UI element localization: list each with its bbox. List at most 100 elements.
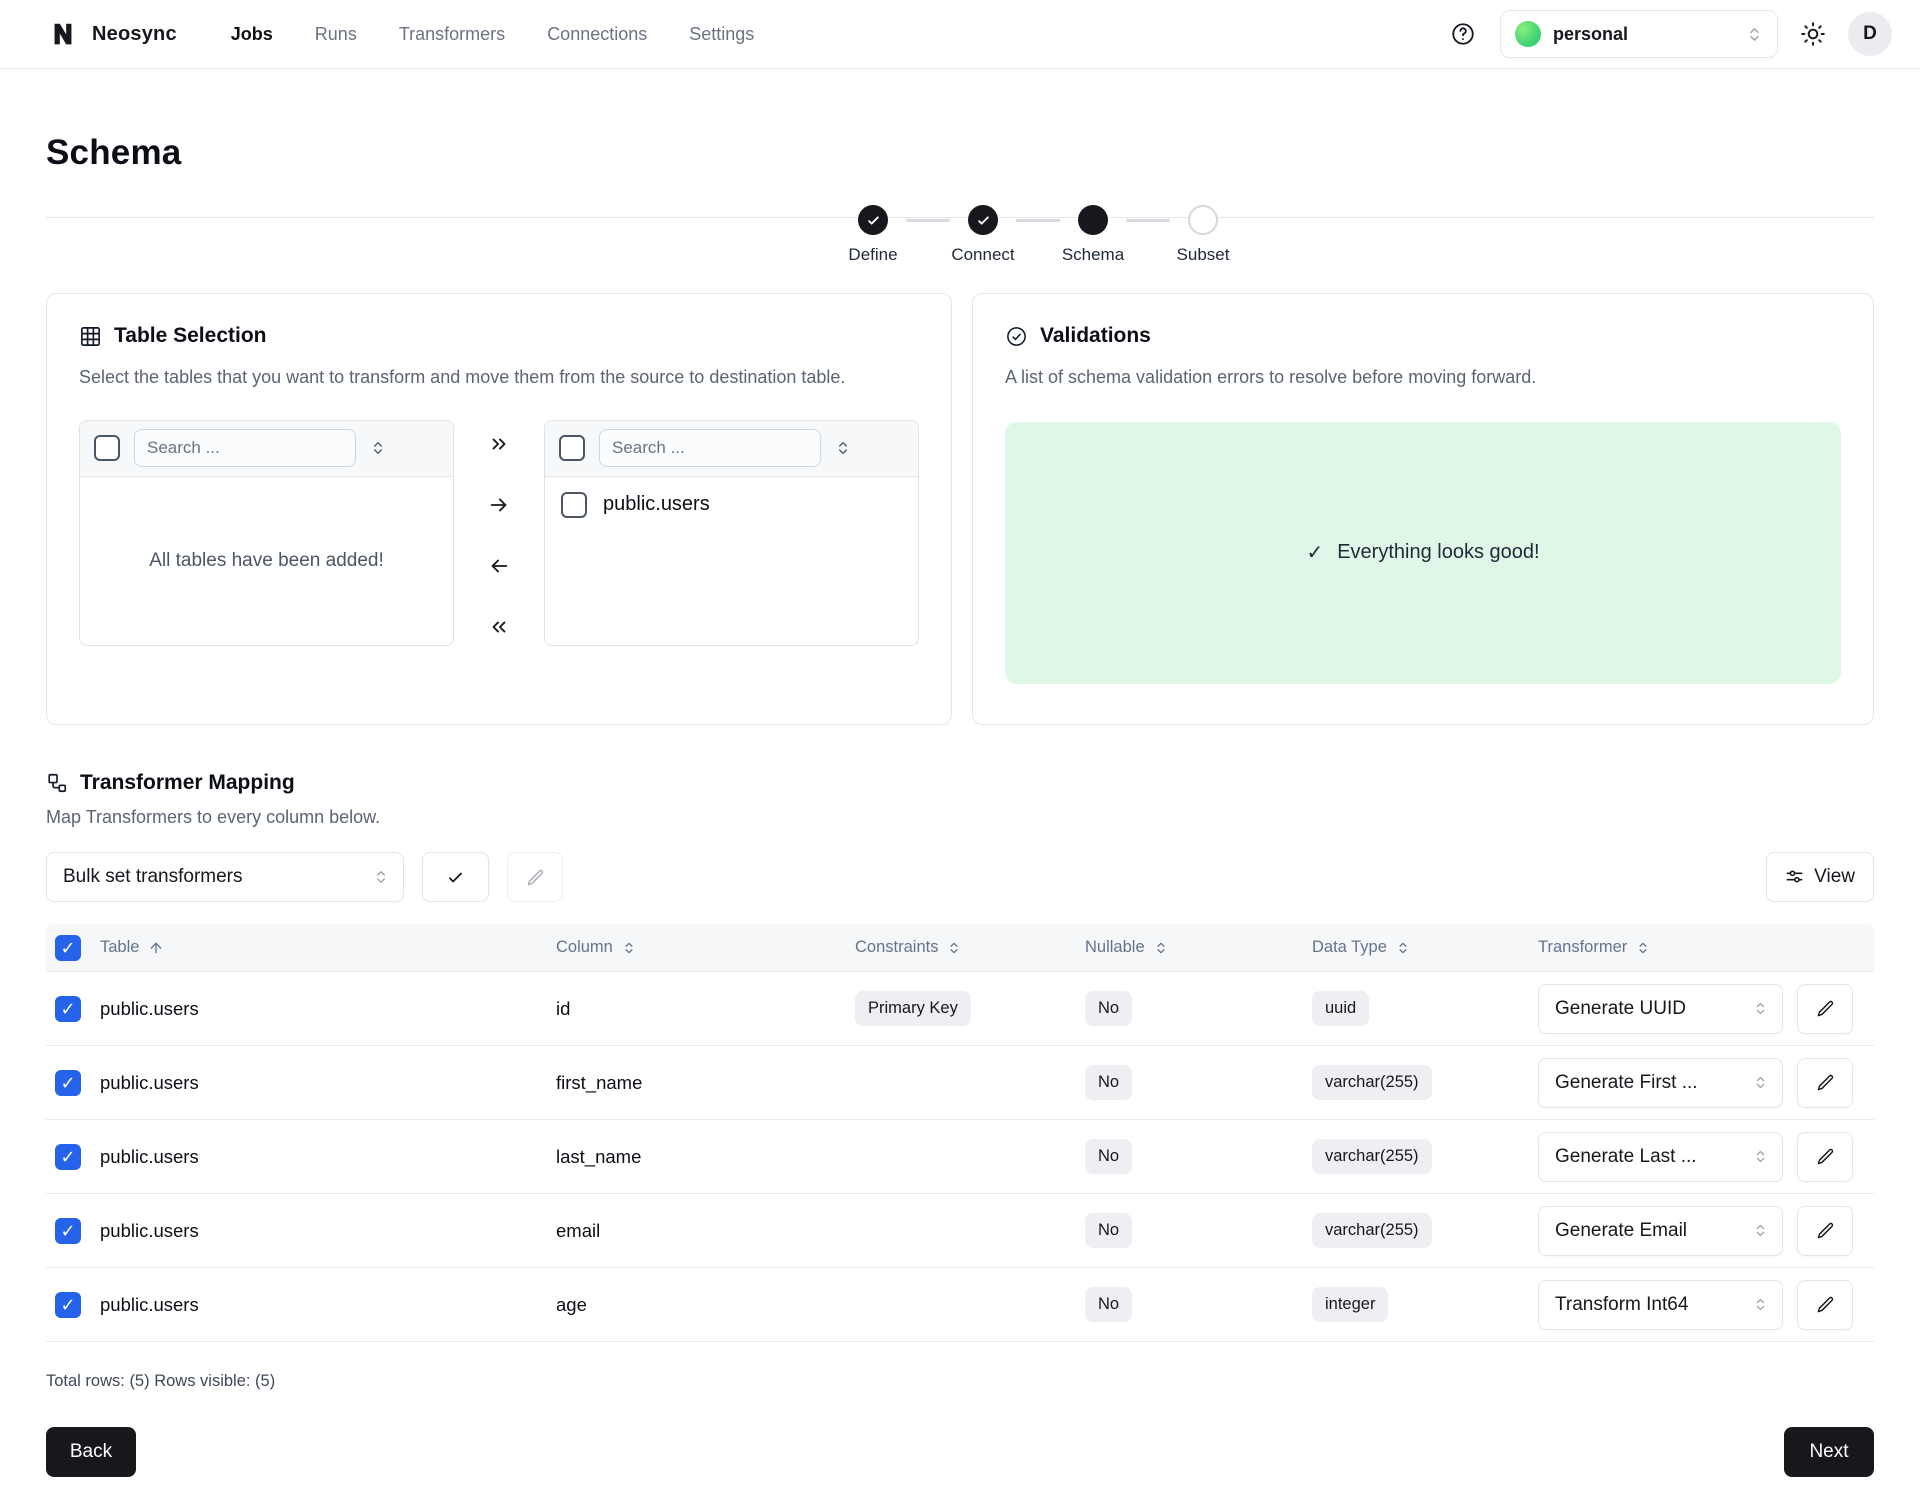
account-avatar <box>1515 21 1541 47</box>
edit-transformer-button[interactable] <box>1797 1280 1853 1330</box>
select-value: Generate UUID <box>1555 998 1686 1020</box>
chevron-up-down-icon <box>1753 998 1768 1020</box>
cell-column-name: email <box>556 1220 855 1242</box>
cell-column-name: last_name <box>556 1146 855 1168</box>
step-label: Schema <box>1062 245 1124 265</box>
transformer-select[interactable]: Generate Email <box>1538 1206 1783 1256</box>
sort-toggle-icon[interactable] <box>622 941 636 955</box>
select-all-rows-checkbox[interactable]: ✓ <box>55 935 81 961</box>
col-header-column: Column <box>556 938 613 957</box>
source-search-input[interactable] <box>134 429 356 467</box>
sort-ascending-icon[interactable] <box>148 940 164 956</box>
move-all-right-icon[interactable] <box>488 432 510 456</box>
col-header-transformer: Transformer <box>1538 938 1627 957</box>
nav-item-connections[interactable]: Connections <box>547 24 647 45</box>
card-description: A list of schema validation errors to re… <box>1005 364 1835 392</box>
chevron-up-down-icon <box>1746 24 1763 45</box>
chevron-up-down-icon <box>1753 1220 1768 1242</box>
destination-table-list: public.users <box>544 420 919 646</box>
transformer-select[interactable]: Generate Last ... <box>1538 1132 1783 1182</box>
select-value: Generate First ... <box>1555 1072 1698 1094</box>
edit-transformer-button[interactable] <box>1797 1206 1853 1256</box>
top-nav: Neosync Jobs Runs Transformers Connectio… <box>0 0 1920 69</box>
step-connector <box>1126 219 1170 222</box>
nullable-badge: No <box>1085 991 1132 1026</box>
view-options-button[interactable]: View <box>1766 852 1874 902</box>
select-all-destination-checkbox[interactable] <box>559 435 585 461</box>
cell-column-name: id <box>556 998 855 1020</box>
cell-table-name: public.users <box>100 1294 556 1316</box>
brand-name: Neosync <box>92 23 177 46</box>
sort-toggle-icon[interactable] <box>947 941 961 955</box>
destination-search-input[interactable] <box>599 429 821 467</box>
step-connector <box>1016 219 1060 222</box>
transformer-select[interactable]: Generate UUID <box>1538 984 1783 1034</box>
account-switcher[interactable]: personal <box>1500 10 1778 58</box>
help-icon[interactable] <box>1448 19 1478 49</box>
nav-item-settings[interactable]: Settings <box>689 24 754 45</box>
edit-transformer-button[interactable] <box>1797 1132 1853 1182</box>
success-message: Everything looks good! <box>1337 541 1539 564</box>
pencil-icon <box>1816 1073 1835 1092</box>
sort-toggle-icon[interactable] <box>1636 941 1650 955</box>
validation-success-banner: ✓ Everything looks good! <box>1005 422 1841 684</box>
transformer-select[interactable]: Transform Int64 <box>1538 1280 1783 1330</box>
step-connector <box>906 219 950 222</box>
sort-toggle-icon[interactable] <box>1396 941 1410 955</box>
next-button[interactable]: Next <box>1784 1427 1874 1477</box>
nav-item-transformers[interactable]: Transformers <box>399 24 505 45</box>
row-checkbox[interactable]: ✓ <box>55 1070 81 1096</box>
back-button[interactable]: Back <box>46 1427 136 1477</box>
cell-table-name: public.users <box>100 1146 556 1168</box>
move-right-icon[interactable] <box>488 493 510 517</box>
cell-table-name: public.users <box>100 998 556 1020</box>
schema-table: ✓ Table Column Constraints Nullable Data… <box>46 924 1874 1342</box>
user-avatar[interactable]: D <box>1848 12 1892 56</box>
pencil-icon <box>1816 1221 1835 1240</box>
main-nav: Jobs Runs Transformers Connections Setti… <box>231 24 755 45</box>
select-value: Bulk set transformers <box>63 866 243 888</box>
select-value: Generate Last ... <box>1555 1146 1697 1168</box>
row-checkbox[interactable]: ✓ <box>55 1144 81 1170</box>
circle-check-icon <box>1005 324 1028 348</box>
progress-stepper: Define Connect Schema Subset <box>838 205 1238 265</box>
neosync-logo-icon <box>48 19 78 49</box>
step-label: Connect <box>951 245 1014 265</box>
table-checkbox[interactable] <box>561 492 587 518</box>
table-grid-icon <box>79 324 102 348</box>
sort-toggle-icon[interactable] <box>1154 941 1168 955</box>
transformer-select[interactable]: Generate First ... <box>1538 1058 1783 1108</box>
source-sort-icon[interactable] <box>370 440 386 456</box>
validations-card: Validations A list of schema validation … <box>972 293 1874 725</box>
row-count-status: Total rows: (5) Rows visible: (5) <box>46 1372 1874 1391</box>
step-connect[interactable]: Connect <box>948 205 1018 265</box>
step-schema[interactable]: Schema <box>1058 205 1128 265</box>
destination-sort-icon[interactable] <box>835 440 851 456</box>
edit-transformer-button[interactable] <box>1797 984 1853 1034</box>
step-define[interactable]: Define <box>838 205 908 265</box>
select-all-source-checkbox[interactable] <box>94 435 120 461</box>
mapping-icon <box>46 771 68 795</box>
apply-bulk-button[interactable] <box>422 852 489 902</box>
sliders-icon <box>1785 866 1804 888</box>
move-all-left-icon[interactable] <box>488 615 510 639</box>
chevron-up-down-icon <box>373 866 389 888</box>
col-header-constraints: Constraints <box>855 938 938 957</box>
transformer-mapping-section: Transformer Mapping Map Transformers to … <box>46 771 1874 1477</box>
current-step-dot <box>1078 205 1108 235</box>
row-checkbox[interactable]: ✓ <box>55 996 81 1022</box>
theme-toggle-sun-icon[interactable] <box>1800 21 1826 47</box>
row-checkbox[interactable]: ✓ <box>55 1292 81 1318</box>
edit-transformer-button[interactable] <box>1797 1058 1853 1108</box>
move-left-icon[interactable] <box>488 554 510 578</box>
nav-item-runs[interactable]: Runs <box>315 24 357 45</box>
nav-item-jobs[interactable]: Jobs <box>231 24 273 45</box>
table-selection-card: Table Selection Select the tables that y… <box>46 293 952 725</box>
nullable-badge: No <box>1085 1139 1132 1174</box>
row-checkbox[interactable]: ✓ <box>55 1218 81 1244</box>
step-subset[interactable]: Subset <box>1168 205 1238 265</box>
bulk-set-transformers-select[interactable]: Bulk set transformers <box>46 852 404 902</box>
datatype-badge: varchar(255) <box>1312 1213 1432 1248</box>
check-circle-icon <box>858 205 888 235</box>
edit-bulk-button[interactable] <box>507 852 563 902</box>
